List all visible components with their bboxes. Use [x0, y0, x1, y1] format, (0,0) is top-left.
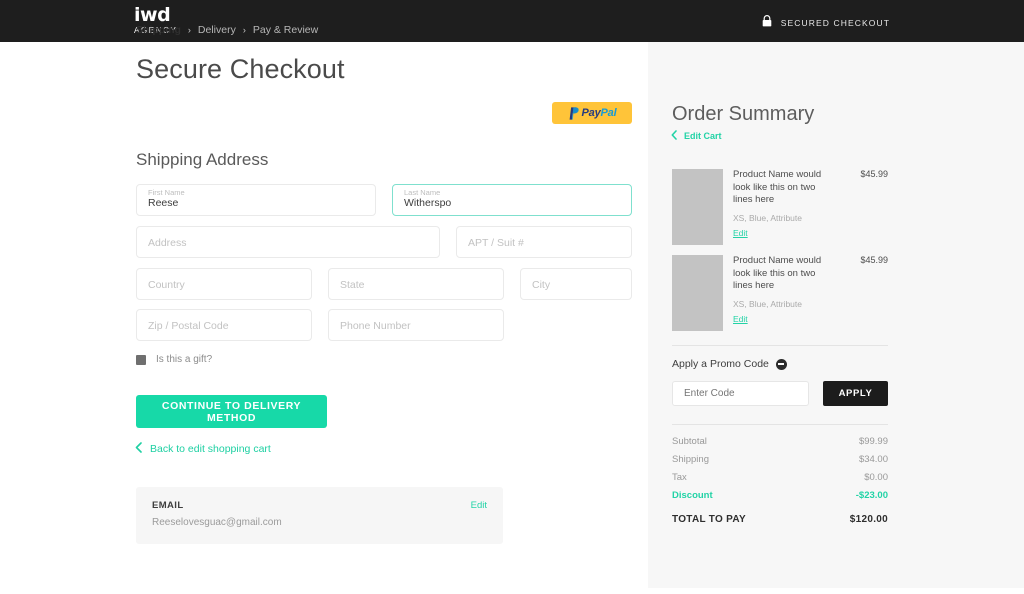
total-row-shipping: Shipping $34.00	[672, 454, 888, 465]
paypal-icon	[569, 106, 579, 120]
continue-to-delivery-button[interactable]: CONTINUE TO DELIVERY METHOD	[136, 395, 327, 428]
first-name-field[interactable]: First Name Reese	[136, 184, 376, 216]
product-attributes: XS, Blue, Attribute	[733, 212, 802, 223]
email-card-value: Reeselovesguac@gmail.com	[152, 517, 282, 528]
first-name-value: Reese	[148, 197, 179, 209]
edit-cart-link[interactable]: Edit Cart	[671, 130, 722, 142]
email-edit-link[interactable]: Edit	[471, 500, 487, 511]
total-row-grand: TOTAL TO PAY $120.00	[672, 514, 888, 525]
product-thumbnail	[672, 169, 723, 245]
logo-wordmark: iwd	[134, 4, 171, 26]
edit-cart-label: Edit Cart	[684, 131, 722, 141]
back-to-cart-label: Back to edit shopping cart	[150, 443, 271, 455]
promo-code-input[interactable]	[672, 381, 809, 406]
product-thumbnail	[672, 255, 723, 331]
gift-option-row[interactable]: Is this a gift?	[136, 354, 212, 365]
promo-code-header: Apply a Promo Code	[672, 358, 787, 370]
secured-checkout-label: SECURED CHECKOUT	[780, 18, 890, 28]
totals-list: Subtotal $99.99 Shipping $34.00 Tax $0.0…	[672, 436, 888, 532]
last-name-field[interactable]: Last Name Witherspo	[392, 184, 632, 216]
gift-checkbox[interactable]	[136, 354, 146, 365]
gift-label: Is this a gift?	[156, 354, 213, 365]
page-title: Secure Checkout	[136, 54, 345, 84]
order-summary-title: Order Summary	[672, 103, 815, 125]
checkout-page: iwd AGENCY SECURED CHECKOUT Shipping › D…	[0, 0, 1024, 594]
address-field[interactable]: Address	[136, 226, 440, 258]
collapse-minus-icon[interactable]	[775, 358, 787, 370]
product-info: Product Name would look like this on two…	[733, 255, 888, 327]
email-card-title: EMAIL	[152, 500, 184, 511]
order-item: Product Name would look like this on two…	[672, 169, 888, 245]
country-placeholder: Country	[148, 279, 185, 291]
divider	[672, 424, 888, 425]
tax-label: Tax	[672, 472, 687, 483]
state-field[interactable]: State	[328, 268, 504, 300]
last-name-value: Witherspo	[404, 197, 452, 209]
breadcrumb-item-shipping[interactable]: Shipping	[136, 24, 181, 36]
product-price: $45.99	[860, 255, 888, 265]
product-info: Product Name would look like this on two…	[733, 169, 888, 241]
shipping-label: Shipping	[672, 454, 709, 465]
apply-promo-button[interactable]: APPLY	[823, 381, 888, 406]
state-placeholder: State	[340, 279, 365, 291]
total-row-tax: Tax $0.00	[672, 472, 888, 483]
paypal-label-pal: Pal	[600, 107, 617, 119]
total-row-discount: Discount -$23.00	[672, 490, 888, 501]
phone-placeholder: Phone Number	[340, 320, 411, 332]
breadcrumb: Shipping › Delivery › Pay & Review	[136, 24, 318, 36]
product-name: Product Name would look like this on two…	[733, 169, 822, 205]
subtotal-value: $99.99	[858, 436, 888, 447]
subtotal-label: Subtotal	[672, 436, 707, 447]
shipping-address-heading: Shipping Address	[136, 150, 269, 169]
apt-placeholder: APT / Suit #	[468, 237, 524, 249]
phone-field[interactable]: Phone Number	[328, 309, 504, 341]
chevron-left-icon	[135, 442, 142, 456]
shipping-value: $34.00	[858, 454, 888, 465]
paypal-label-pay: Pay	[581, 107, 601, 119]
grand-total-label: TOTAL TO PAY	[672, 514, 746, 525]
zip-field[interactable]: Zip / Postal Code	[136, 309, 312, 341]
address-placeholder: Address	[148, 237, 187, 249]
paypal-button[interactable]: Pay Pal	[552, 102, 632, 124]
back-to-cart-link[interactable]: Back to edit shopping cart	[135, 442, 271, 456]
last-name-label: Last Name	[404, 188, 441, 197]
chevron-left-icon	[671, 130, 677, 142]
email-card: EMAIL Reeselovesguac@gmail.com Edit	[136, 487, 503, 544]
city-placeholder: City	[532, 279, 551, 291]
product-name: Product Name would look like this on two…	[733, 255, 822, 291]
product-attributes: XS, Blue, Attribute	[733, 298, 802, 309]
product-price: $45.99	[860, 169, 888, 179]
product-edit-link[interactable]: Edit	[733, 314, 748, 324]
breadcrumb-item-pay-review[interactable]: Pay & Review	[253, 24, 318, 36]
lock-icon	[762, 14, 772, 32]
grand-total-value: $120.00	[849, 514, 888, 525]
secured-checkout-badge: SECURED CHECKOUT	[762, 14, 890, 32]
zip-placeholder: Zip / Postal Code	[148, 320, 229, 332]
first-name-label: First Name	[148, 188, 185, 197]
apt-field[interactable]: APT / Suit #	[456, 226, 632, 258]
divider	[672, 345, 888, 346]
country-field[interactable]: Country	[136, 268, 312, 300]
breadcrumb-item-delivery[interactable]: Delivery	[198, 24, 236, 36]
promo-code-label: Apply a Promo Code	[672, 358, 769, 370]
discount-value: -$23.00	[855, 490, 888, 501]
product-edit-link[interactable]: Edit	[733, 228, 748, 238]
tax-value: $0.00	[864, 472, 888, 483]
discount-label: Discount	[672, 490, 713, 501]
total-row-subtotal: Subtotal $99.99	[672, 436, 888, 447]
breadcrumb-separator: ›	[187, 25, 191, 35]
city-field[interactable]: City	[520, 268, 632, 300]
breadcrumb-separator: ›	[242, 25, 246, 35]
order-item: Product Name would look like this on two…	[672, 255, 888, 331]
